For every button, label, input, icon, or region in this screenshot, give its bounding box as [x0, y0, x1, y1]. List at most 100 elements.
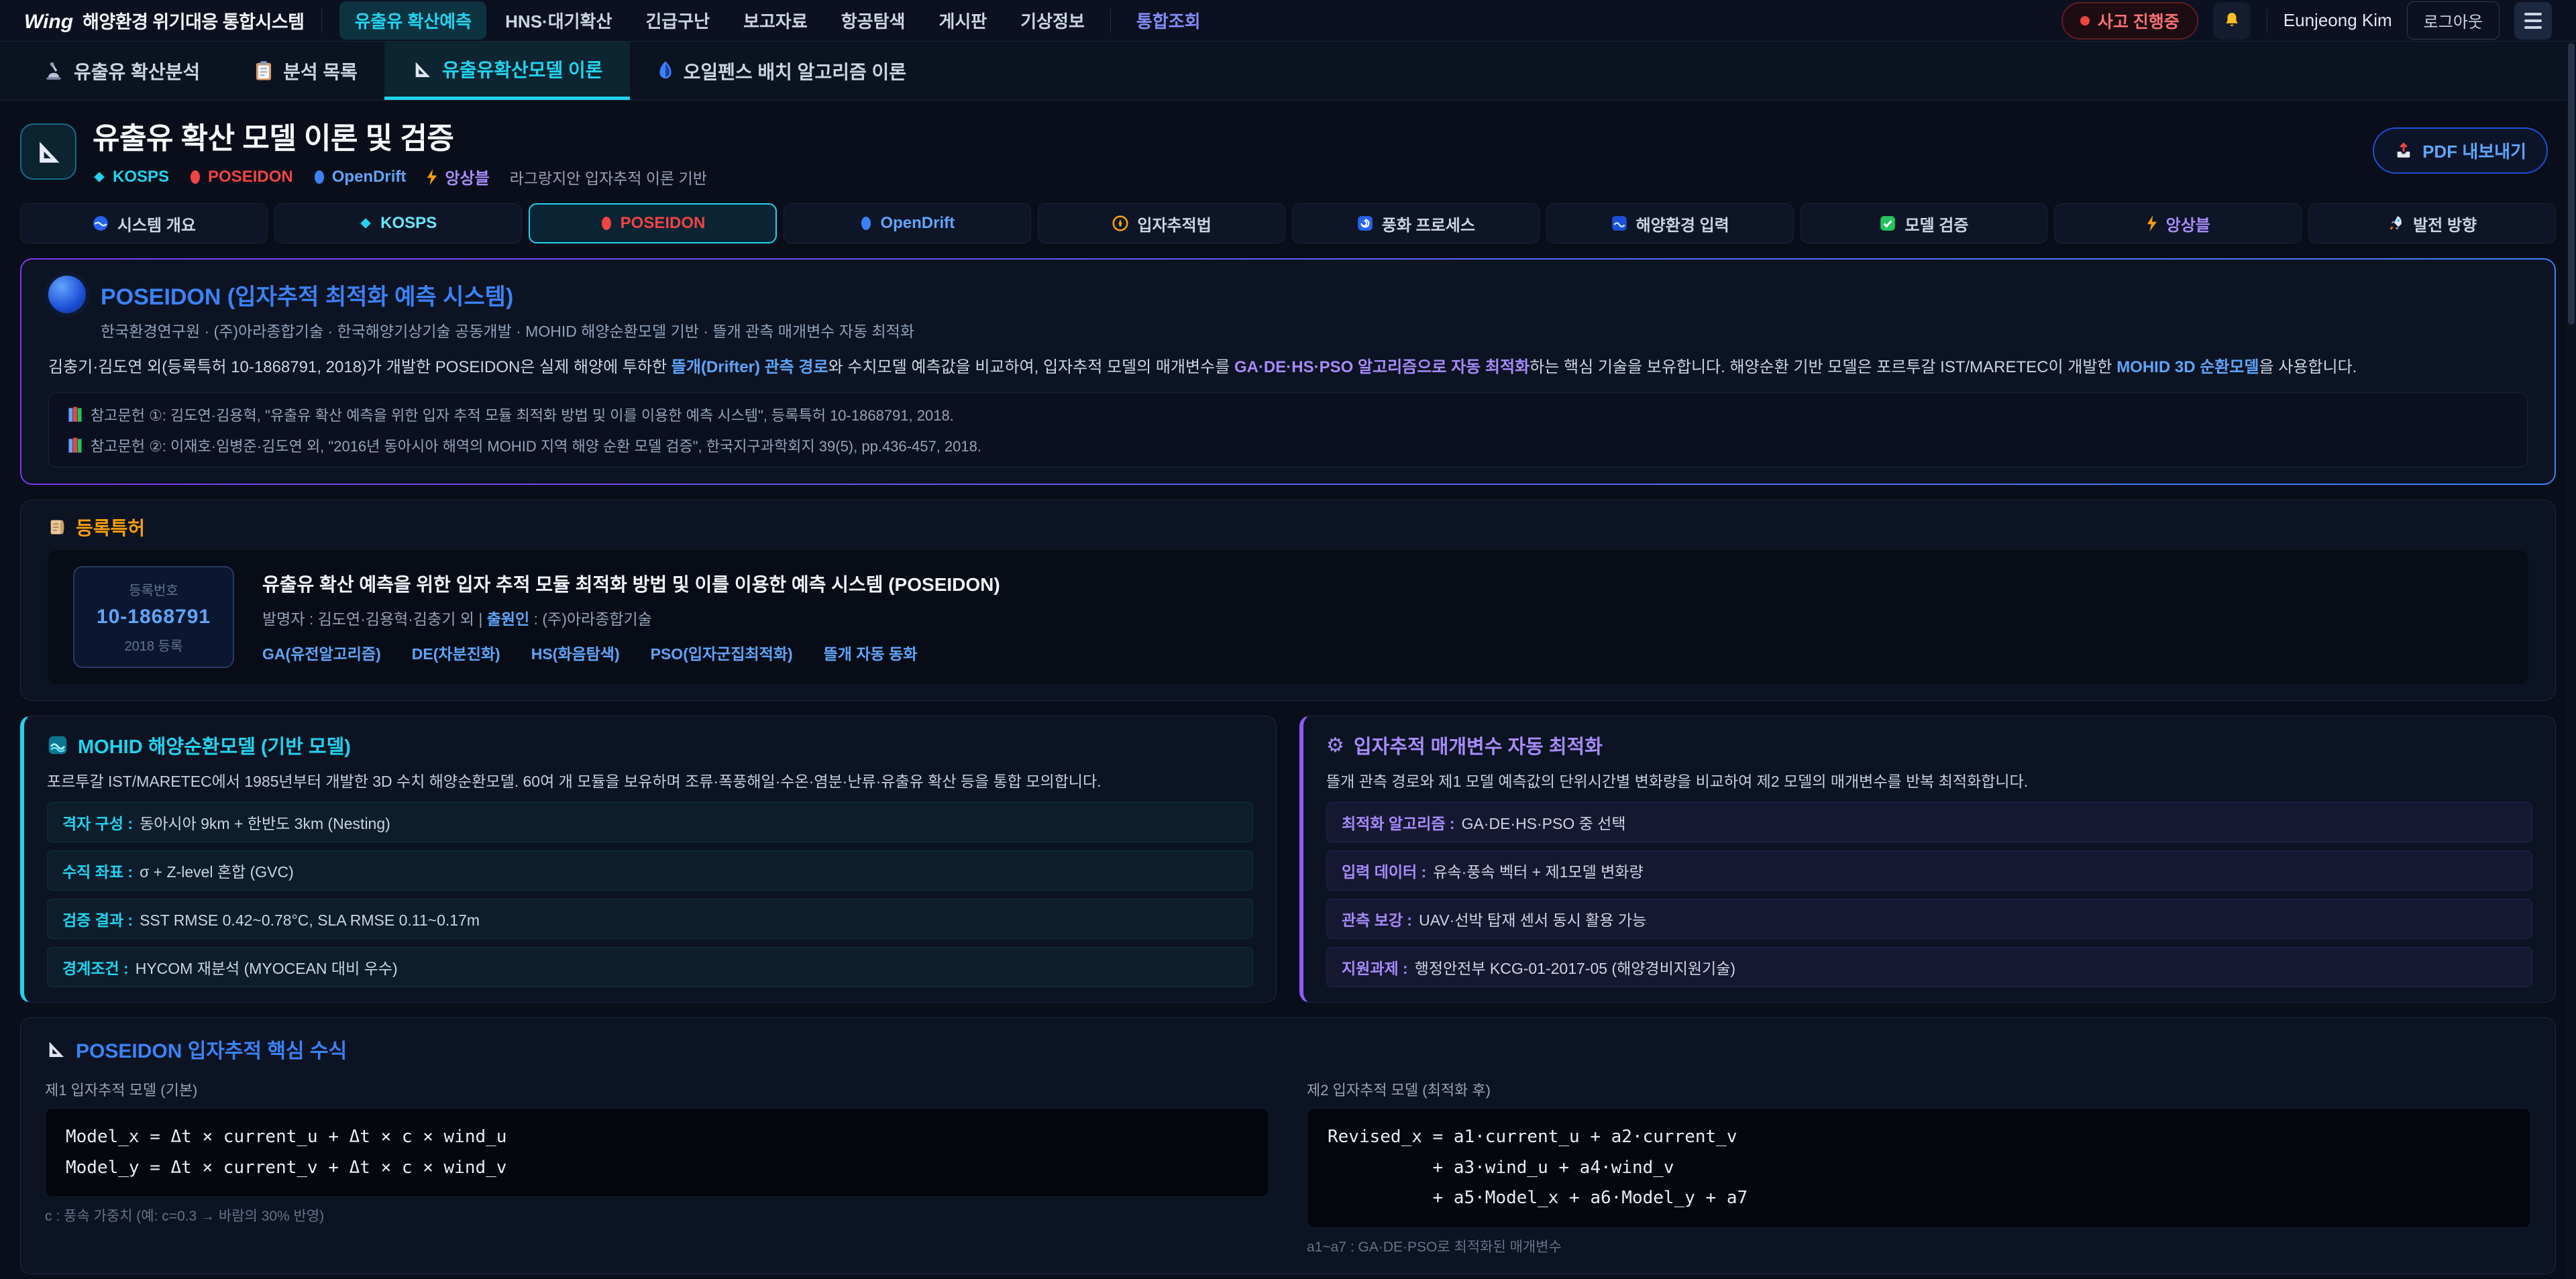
- highlight-drifter: 뜰개(Drifter) 관측 경로: [672, 358, 828, 376]
- formula-section-title: POSEIDON 입자추적 핵심 수식: [76, 1034, 347, 1064]
- tag-hs: HS(화음탐색): [531, 641, 620, 664]
- optimization-card: ⚙ 입자추적 매개변수 자동 최적화 뜰개 관측 경로와 제1 모델 예측값의 …: [1299, 716, 2556, 1003]
- nav-item-board[interactable]: 게시판: [924, 1, 1002, 40]
- tab-diffusion-model-theory[interactable]: 유출유확산모델 이론: [384, 42, 630, 100]
- patent-section-header: 등록특허: [48, 514, 2528, 541]
- nav-item-aerial-search[interactable]: 항공탐색: [826, 1, 920, 40]
- hamburger-menu-button[interactable]: [2514, 2, 2552, 40]
- tag-de: DE(차분진화): [412, 641, 500, 664]
- pill-system-overview[interactable]: 시스템 개요: [20, 203, 268, 243]
- tab-oil-fence-theory[interactable]: 오일펜스 배치 알고리즘 이론: [630, 42, 933, 100]
- mohid-card-title: MOHID 해양순환모델 (기반 모델): [78, 731, 351, 759]
- mohid-card: MOHID 해양순환모델 (기반 모델) 포르투갈 IST/MARETEC에서 …: [20, 716, 1277, 1003]
- sphere-icon: [48, 276, 86, 313]
- pill-kosps[interactable]: KOSPS: [274, 203, 522, 243]
- notifications-button[interactable]: [2213, 2, 2251, 40]
- pill-poseidon[interactable]: POSEIDON: [529, 203, 777, 243]
- applicant-label: 출원인: [487, 610, 529, 628]
- spec-row-support-project: 지원과제 :행정안전부 KCG-01-2017-05 (해양경비지원기술): [1326, 947, 2532, 987]
- badge-note: 라그랑지안 입자추적 이론 기반: [510, 166, 707, 188]
- patent-tags: GA(유전알고리즘) DE(차분진화) HS(화음탐색) PSO(입자군집최적화…: [262, 641, 1000, 664]
- top-navbar: Wing 해양환경 위기대응 통합시스템 유출유 확산예측 HNS·대기확산 긴…: [0, 0, 2576, 42]
- bookmark-tabs-icon: [68, 437, 83, 453]
- poseidon-title: POSEIDON (입자추적 최적화 예측 시스템): [101, 278, 513, 311]
- patent-meta: 발명자 : 김도연·김용혁·김충기 외 | 출원인 : (주)아라종합기술: [262, 606, 1000, 629]
- model-columns: MOHID 해양순환모델 (기반 모델) 포르투갈 IST/MARETEC에서 …: [20, 716, 2556, 1003]
- nav-item-reports[interactable]: 보고자료: [729, 1, 822, 40]
- pill-weathering-process[interactable]: 풍화 프로세스: [1292, 203, 1540, 243]
- reference-item: 참고문헌 ①: 김도연·김용혁, "유출유 확산 예측을 위한 입자 추적 모듈…: [68, 404, 2508, 425]
- logo-mark: Wing: [24, 11, 73, 34]
- model2-code-block: Revised_x = a1·current_u + a2·current_v …: [1307, 1108, 2531, 1228]
- logout-button[interactable]: 로그아웃: [2407, 1, 2500, 40]
- pdf-export-button[interactable]: PDF 내보내기: [2373, 127, 2548, 174]
- scrollbar-thumb[interactable]: [2568, 43, 2575, 325]
- nav-item-oil-spill-forecast[interactable]: 유출유 확산예측: [339, 1, 486, 40]
- nav-item-weather[interactable]: 기상정보: [1006, 1, 1099, 40]
- pill-ensemble[interactable]: 앙상블: [2054, 203, 2302, 243]
- nav-item-integrated-search[interactable]: 통합조회: [1122, 1, 1216, 40]
- tag-drifter-assimilation: 뜰개 자동 동화: [824, 641, 918, 664]
- highlight-mohid: MOHID 3D 순환모델: [2116, 358, 2259, 376]
- scrollbar-track[interactable]: [2567, 42, 2576, 1279]
- pill-ocean-env-input[interactable]: 해양환경 입력: [1546, 203, 1794, 243]
- tab-label: 유출유 확산분석: [74, 58, 200, 85]
- formula-grid: 제1 입자추적 모델 (기본) Model_x = Δt × current_u…: [45, 1078, 2531, 1256]
- lightning-icon: [2146, 215, 2158, 231]
- model2-caption: a1~a7 : GA·DE·PSO로 최적화된 매개변수: [1307, 1236, 2531, 1256]
- pill-particle-tracking[interactable]: 입자추적법: [1038, 203, 1285, 243]
- tab-analysis-list[interactable]: 분석 목록: [227, 42, 384, 100]
- rocket-icon: [2387, 215, 2405, 232]
- pill-roadmap[interactable]: 발전 방향: [2308, 203, 2556, 243]
- set-square-icon: [45, 1038, 66, 1060]
- ocean-wave-icon: [47, 734, 68, 756]
- diamond-icon: [359, 217, 372, 230]
- page-title-block: 유출유 확산 모델 이론 및 검증 KOSPS POSEIDON OpenDri…: [93, 114, 707, 188]
- blue-ellipse-icon: [860, 215, 872, 231]
- cyclone-icon: [1356, 215, 1374, 232]
- mohid-description: 포르투갈 IST/MARETEC에서 1985년부터 개발한 3D 수치 해양순…: [47, 770, 1253, 794]
- compass-icon: [1112, 215, 1129, 232]
- patent-section: 등록특허 등록번호 10-1868791 2018 등록 유출유 확산 예측을 …: [20, 500, 2556, 701]
- wave-icon: [1611, 215, 1628, 232]
- optimization-card-header: ⚙ 입자추적 매개변수 자동 최적화: [1326, 731, 2532, 759]
- mohid-card-header: MOHID 해양순환모델 (기반 모델): [47, 731, 1253, 759]
- spec-row-vertical-coord: 수직 좌표 :σ + Z-level 혼합 (GVC): [47, 850, 1253, 891]
- nav-item-rescue[interactable]: 긴급구난: [631, 1, 724, 40]
- tab-label: 유출유확산모델 이론: [442, 56, 603, 82]
- system-overview-icon: [92, 215, 109, 232]
- patent-number-box: 등록번호 10-1868791 2018 등록: [73, 566, 234, 668]
- lightning-icon: [426, 169, 438, 185]
- reg-number-label: 등록번호: [81, 579, 226, 599]
- tag-pso: PSO(입자군집최적화): [651, 641, 793, 664]
- model1-caption: c : 풍속 가중치 (예: c=0.3 → 바람의 30% 반영): [45, 1205, 1269, 1225]
- patent-card: 등록번호 10-1868791 2018 등록 유출유 확산 예측을 위한 입자…: [48, 550, 2528, 684]
- bell-icon: [2222, 11, 2242, 31]
- app-title: 해양환경 위기대응 통합시스템: [83, 7, 304, 34]
- oil-fence-icon: [657, 60, 674, 82]
- model1-label: 제1 입자추적 모델 (기본): [45, 1078, 1269, 1100]
- tab-spill-analysis[interactable]: 유출유 확산분석: [16, 42, 227, 100]
- red-ellipse-icon: [189, 170, 201, 184]
- model1-code-block: Model_x = Δt × current_u + Δt × c × wind…: [45, 1108, 1269, 1197]
- poseidon-section: POSEIDON (입자추적 최적화 예측 시스템) 한국환경연구원 · (주)…: [20, 258, 2556, 485]
- hamburger-icon: [2524, 13, 2542, 15]
- blue-ellipse-icon: [313, 170, 325, 184]
- divider: [321, 9, 322, 32]
- sub-tabbar: 유출유 확산분석 분석 목록 유출유확산모델 이론 오일펜스 배치 알고리즘 이…: [0, 42, 2576, 101]
- patent-section-title: 등록특허: [76, 514, 145, 541]
- incident-status-badge[interactable]: 사고 진행중: [2061, 2, 2198, 40]
- status-badge-label: 사고 진행중: [2098, 9, 2180, 33]
- pdf-export-label: PDF 내보내기: [2422, 138, 2526, 163]
- pill-opendrift[interactable]: OpenDrift: [784, 203, 1031, 243]
- set-square-icon: [34, 137, 63, 166]
- spec-row-input-data: 입력 데이터 :유속·풍속 벡터 + 제1모델 변화량: [1326, 850, 2532, 891]
- highlight-algorithms: GA·DE·HS·PSO 알고리즘으로 자동 최적화: [1234, 358, 1529, 376]
- model2-label: 제2 입자추적 모델 (최적화 후): [1307, 1078, 2531, 1100]
- user-name: Eunjeong Kim: [2284, 10, 2392, 31]
- section-nav: 시스템 개요 KOSPS POSEIDON OpenDrift 입자추적법 풍화…: [20, 203, 2556, 243]
- page-header: 유출유 확산 모델 이론 및 검증 KOSPS POSEIDON OpenDri…: [20, 114, 2556, 188]
- main-content: 유출유 확산 모델 이론 및 검증 KOSPS POSEIDON OpenDri…: [0, 101, 2576, 1279]
- pill-model-validation[interactable]: 모델 검증: [1801, 203, 2048, 243]
- nav-item-hns[interactable]: HNS·대기확산: [490, 1, 627, 40]
